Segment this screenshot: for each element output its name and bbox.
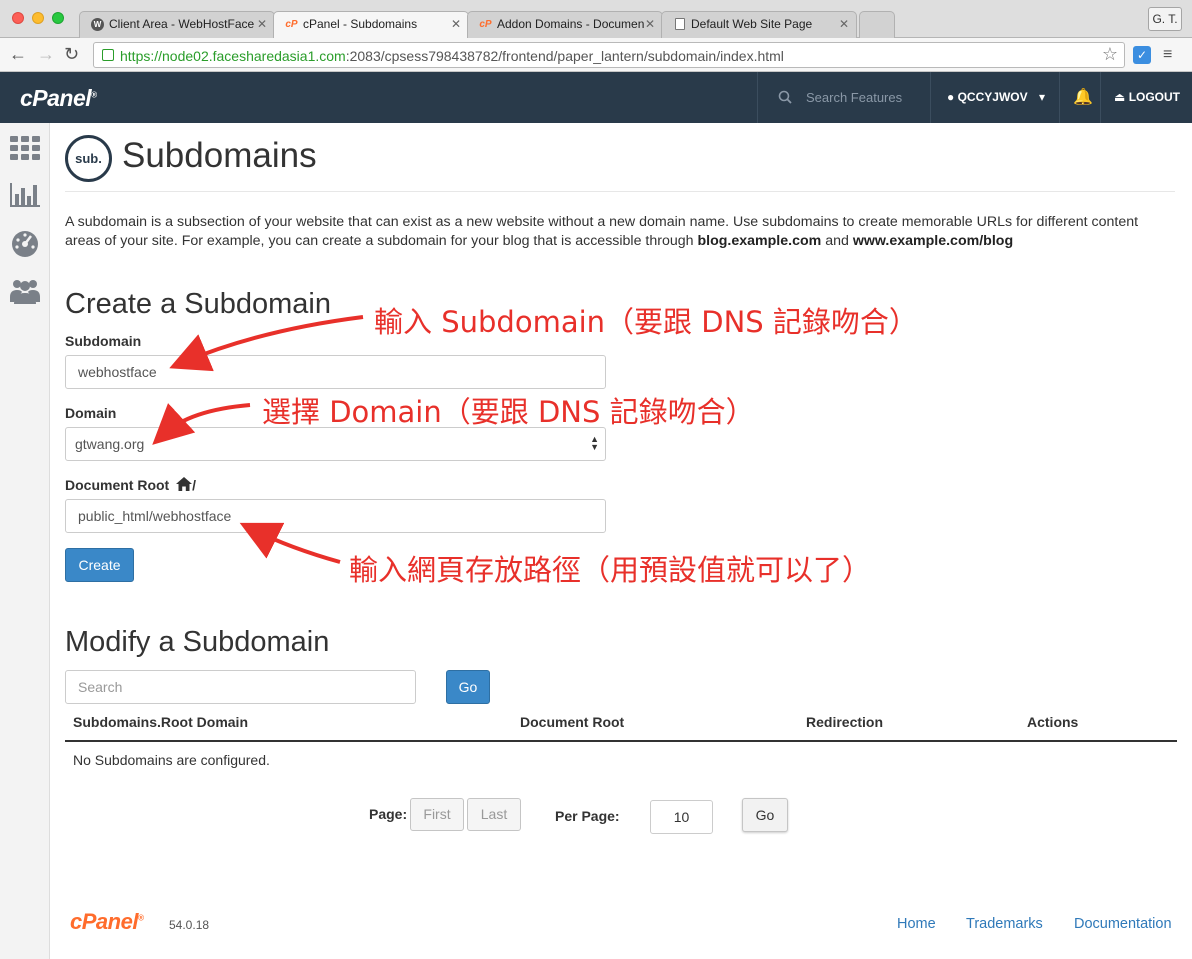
select-arrows-icon: ▲ ▼ [590, 434, 599, 452]
lock-icon [102, 49, 114, 61]
document-icon [675, 18, 685, 30]
url-text: https://node02.facesharedasia1.com:2083/… [120, 48, 784, 64]
tab-client-area[interactable]: W Client Area - WebHostFace ✕ [79, 11, 275, 38]
logout-icon: ⏏ [1114, 90, 1126, 104]
cpanel-header: cPanel® Search Features ● QCCYJWOV ▾ 🔔 ⏏… [0, 72, 1192, 123]
subdomains-logo-icon: sub. [65, 135, 112, 182]
create-subdomain-heading: Create a Subdomain [65, 288, 331, 320]
footer-link-home[interactable]: Home [897, 916, 936, 932]
tab-title: cPanel - Subdomains [303, 17, 418, 31]
user-menu[interactable]: ● QCCYJWOV ▾ [947, 90, 1045, 104]
domain-label: Domain [65, 405, 117, 421]
new-tab-button[interactable] [859, 11, 895, 38]
tab-close-icon[interactable]: ✕ [839, 17, 849, 31]
browser-menu-icon[interactable]: ≡ [1163, 45, 1172, 65]
column-header-redirection[interactable]: Redirection [806, 714, 883, 730]
cpanel-version: 54.0.18 [169, 918, 210, 932]
grid-icon[interactable] [10, 133, 40, 163]
logout-button[interactable]: ⏏ LOGOUT [1114, 90, 1180, 104]
title-divider [65, 191, 1175, 192]
sidebar [0, 123, 50, 959]
footer-cpanel-logo: cPanel® [70, 909, 144, 934]
search-go-button[interactable]: Go [446, 670, 490, 704]
home-icon [176, 477, 193, 491]
tab-cpanel-subdomains[interactable]: cP cPanel - Subdomains ✕ [273, 11, 469, 38]
column-header-actions: Actions [1027, 714, 1079, 730]
statistics-icon[interactable] [10, 180, 40, 210]
modify-subdomain-heading: Modify a Subdomain [65, 626, 330, 658]
address-bar[interactable]: https://node02.facesharedasia1.com:2083/… [93, 42, 1125, 68]
table-header-divider [65, 740, 1177, 742]
maximize-window-button[interactable] [52, 12, 64, 24]
tab-title: Addon Domains - Documen [497, 17, 645, 31]
tab-title: Default Web Site Page [691, 17, 813, 31]
cpanel-favicon-icon: cP [479, 19, 492, 30]
cpanel-logo[interactable]: cPanel® [20, 85, 97, 112]
dashboard-gauge-icon[interactable] [10, 228, 40, 258]
browser-tab-bar: W Client Area - WebHostFace ✕ cP cPanel … [0, 0, 1192, 38]
search-features-input[interactable]: Search Features [806, 90, 902, 105]
document-root-input[interactable]: public_html/webhostface [65, 499, 606, 533]
arrow-to-docroot [239, 522, 341, 564]
back-arrow-icon[interactable]: ← [9, 44, 27, 64]
column-header-subdomain[interactable]: Subdomains.Root Domain [73, 714, 248, 730]
tab-close-icon[interactable]: ✕ [645, 17, 655, 31]
minimize-window-button[interactable] [32, 12, 44, 24]
extension-icon[interactable]: ✓ [1133, 46, 1151, 64]
close-window-button[interactable] [12, 12, 24, 24]
annotation-domain: 選擇 Domain（要跟 DNS 記錄吻合） [262, 395, 755, 429]
reload-icon[interactable]: ↻ [64, 44, 79, 64]
per-page-go-button[interactable]: Go [742, 798, 788, 832]
tab-close-icon[interactable]: ✕ [451, 17, 461, 31]
annotation-docroot: 輸入網頁存放路徑（用預設值就可以了） [349, 553, 872, 587]
caret-down-icon: ▾ [1038, 90, 1045, 104]
cpanel-favicon-icon: cP [285, 19, 298, 30]
page-label: Page: [369, 806, 408, 822]
page-title: Subdomains [122, 136, 317, 175]
search-subdomains-input[interactable]: Search [65, 670, 416, 704]
last-page-button[interactable]: Last [467, 798, 521, 831]
browser-profile-button[interactable]: G. T. [1148, 7, 1182, 31]
document-root-label: Document Root / [65, 477, 196, 493]
column-header-document-root[interactable]: Document Root [520, 714, 624, 730]
per-page-input[interactable]: 10 [650, 800, 713, 834]
annotation-subdomain: 輸入 Subdomain（要跟 DNS 記錄吻合） [374, 305, 918, 339]
forward-arrow-icon[interactable]: → [37, 44, 55, 64]
webhostface-favicon-icon: W [91, 18, 104, 31]
empty-table-message: No Subdomains are configured. [73, 752, 270, 768]
search-icon [778, 90, 792, 104]
tab-addon-domains[interactable]: cP Addon Domains - Documen ✕ [467, 11, 663, 38]
tab-default-web-site[interactable]: Default Web Site Page ✕ [661, 11, 857, 38]
domain-select[interactable]: gtwang.org ▲ ▼ [65, 427, 606, 461]
tab-close-icon[interactable]: ✕ [257, 17, 267, 31]
first-page-button[interactable]: First [410, 798, 464, 831]
footer-link-documentation[interactable]: Documentation [1074, 916, 1172, 932]
create-button[interactable]: Create [65, 548, 134, 582]
users-icon[interactable] [10, 275, 40, 305]
user-icon: ● [947, 90, 955, 104]
browser-toolbar: ← → ↻ https://node02.facesharedasia1.com… [0, 38, 1192, 72]
footer-link-trademarks[interactable]: Trademarks [966, 916, 1043, 932]
page-description: A subdomain is a subsection of your webs… [65, 214, 1139, 249]
subdomain-label: Subdomain [65, 333, 142, 349]
bell-icon[interactable]: 🔔 [1073, 87, 1093, 107]
per-page-label: Per Page: [555, 808, 620, 824]
tab-title: Client Area - WebHostFace [109, 17, 255, 31]
subdomain-input[interactable]: webhostface [65, 355, 606, 389]
bookmark-star-icon[interactable]: ☆ [1102, 44, 1118, 65]
